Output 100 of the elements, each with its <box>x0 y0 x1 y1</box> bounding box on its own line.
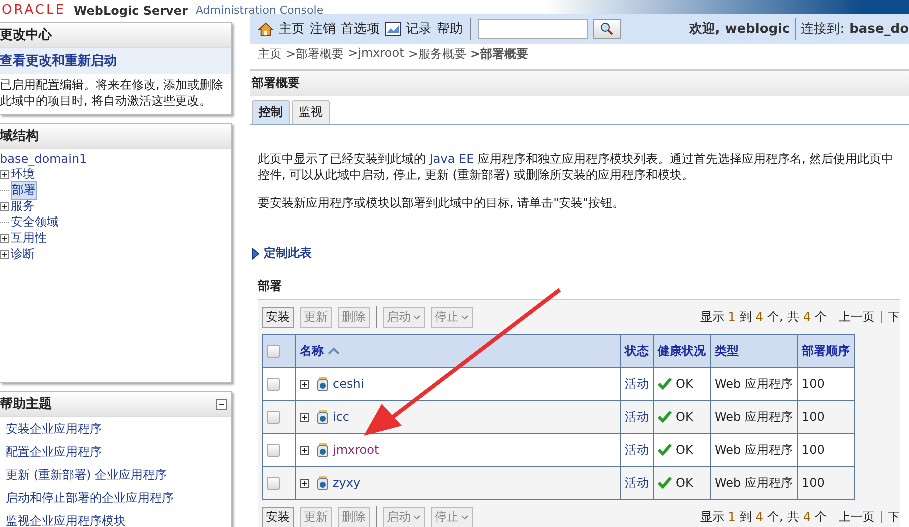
row-checkbox[interactable] <box>267 444 280 458</box>
toolbar-link[interactable]: 记录 <box>406 20 432 38</box>
column-header[interactable]: 名称 <box>296 334 620 368</box>
pager-text: 共 <box>787 308 800 326</box>
deployment-link[interactable]: ceshi <box>333 377 364 391</box>
search-field[interactable] <box>478 19 588 39</box>
table-cell: Web 应用程序 <box>710 400 798 434</box>
pager-text: 个 <box>815 308 827 326</box>
pager-text: 个 <box>815 508 827 526</box>
toolbar-link[interactable]: 首选项 <box>341 20 380 38</box>
status-cell: 活动 <box>620 434 654 466</box>
column-header[interactable]: 状态 <box>620 334 654 368</box>
previous-page-link[interactable]: 上一页 <box>839 508 875 526</box>
tree-item[interactable]: 互用性 <box>11 230 47 246</box>
deployment-link[interactable]: icc <box>333 410 350 424</box>
caret-icon <box>461 314 469 320</box>
deployment-link[interactable]: zyxy <box>333 476 361 490</box>
select-all-checkbox[interactable] <box>267 345 280 358</box>
panel-title: 帮助主题 <box>0 396 52 413</box>
sort-icon[interactable] <box>328 346 340 354</box>
collapse-icon[interactable] <box>216 398 227 410</box>
toolbar-link[interactable]: 注销 <box>310 20 336 38</box>
pager-text: 个, <box>768 508 784 526</box>
health-text: OK <box>676 476 694 490</box>
expand-icon[interactable] <box>300 380 309 388</box>
breadcrumb-link[interactable]: 主页 <box>258 46 282 63</box>
search-icon <box>600 22 614 36</box>
help-topic-link[interactable]: 监视企业应用程序模块 <box>0 509 231 527</box>
product-name: WebLogic Server <box>74 6 188 16</box>
health-text: OK <box>676 377 694 391</box>
check-icon <box>658 444 672 456</box>
toolbar-link[interactable]: 帮助 <box>437 20 463 38</box>
caret-icon <box>413 314 421 320</box>
pager-text: 4 <box>756 310 764 324</box>
tab[interactable]: 控制 <box>252 100 290 124</box>
customize-table-link[interactable]: 定制此表 <box>264 245 312 262</box>
change-center-text: 已启用配置编辑。将来在修改, 添加或删除此域中的项目时, 将自动激活这些更改。 <box>0 77 225 110</box>
search-button[interactable] <box>593 19 621 39</box>
health-text: OK <box>676 410 694 424</box>
row-checkbox[interactable] <box>267 477 280 490</box>
deployment-link[interactable]: jmxroot <box>333 443 380 457</box>
panel-title: 更改中心 <box>0 23 231 48</box>
toolbar-link[interactable]: 主页 <box>279 20 305 38</box>
pager-text: 显示 <box>700 308 724 326</box>
pager-text: 1 <box>728 510 736 524</box>
pager-text: 1 <box>728 310 736 324</box>
expand-icon[interactable] <box>0 170 9 178</box>
pager-text: 4 <box>756 510 764 524</box>
help-topic-link[interactable]: 配置企业应用程序 <box>0 440 231 463</box>
pager-text: 显示 <box>700 508 724 526</box>
help-topic-link[interactable]: 安装企业应用程序 <box>0 417 231 440</box>
tree-item[interactable]: 环境 <box>11 166 35 182</box>
tree-item[interactable]: 安全领域 <box>11 214 59 230</box>
expand-icon[interactable] <box>300 412 309 422</box>
row-checkbox[interactable] <box>267 378 280 392</box>
pager-text: 个, <box>768 308 784 326</box>
tab[interactable]: 监视 <box>292 100 330 124</box>
expand-icon[interactable] <box>0 250 9 258</box>
column-header[interactable]: 健康状况 <box>654 334 710 368</box>
chart-icon[interactable] <box>385 22 401 36</box>
caret-icon <box>413 514 421 520</box>
jar-icon <box>317 475 329 491</box>
help-topic-link[interactable]: 更新 (重新部署) 企业应用程序 <box>0 463 231 486</box>
intro-paragraph: 此页中显示了已经安装到此域的 Java EE 应用程序和独立应用程序模块列表。通过首先选择应用程序名, 然后使用此页中控件, 可以从此域中启动, 停止, 更新 (重新部署) 或删除所安装的应用程序和模块。 <box>258 151 895 183</box>
expand-icon[interactable] <box>300 446 309 454</box>
expand-triangle-icon[interactable] <box>252 248 260 260</box>
breadcrumb-link[interactable]: >服务概要 <box>408 46 466 63</box>
breadcrumb-link[interactable]: >jmxroot <box>348 46 404 63</box>
tree-root-link[interactable]: base_domain1 <box>0 149 231 166</box>
row-checkbox[interactable] <box>267 411 280 424</box>
home-icon[interactable] <box>258 22 274 36</box>
status-cell: 活动 <box>620 466 654 500</box>
tree-item[interactable]: 部署 <box>11 180 37 200</box>
breadcrumb-link[interactable]: >部署概要 <box>286 46 344 63</box>
next-page-link[interactable]: 下 <box>888 508 900 526</box>
install-hint: 要安装新应用程序或模块以部署到此域中的目标, 请单击"安装"按钮。 <box>258 195 626 211</box>
action-button[interactable]: 安装 <box>262 506 294 527</box>
table-cell: 100 <box>797 434 854 466</box>
java-ee-link[interactable]: Java EE <box>430 152 474 166</box>
expand-icon[interactable] <box>0 234 9 242</box>
column-header[interactable]: 部署顺序 <box>797 334 854 368</box>
check-icon <box>658 378 672 390</box>
help-topic-link[interactable]: 启动和停止部署的企业应用程序 <box>0 486 231 509</box>
pager-text: 4 <box>803 310 811 324</box>
tree-item[interactable]: 诊断 <box>11 246 35 262</box>
column-header[interactable]: 类型 <box>710 334 798 368</box>
expand-icon[interactable] <box>0 202 9 210</box>
action-button[interactable]: 安装 <box>262 306 294 328</box>
pager-text: 到 <box>740 508 752 526</box>
user-name: weblogic <box>725 22 790 36</box>
table-cell: 100 <box>797 400 854 434</box>
jar-icon <box>317 409 329 425</box>
pager-text: 到 <box>740 308 752 326</box>
tree-item[interactable]: 服务 <box>11 198 35 214</box>
next-page-link[interactable]: 下 <box>888 308 900 326</box>
welcome-text: 欢迎, <box>689 20 720 38</box>
view-changes-link[interactable]: 查看更改和重新启动 <box>0 48 231 74</box>
brand-logo-text: ORACLE <box>2 6 66 16</box>
previous-page-link[interactable]: 上一页 <box>839 308 875 326</box>
expand-icon[interactable] <box>300 478 309 488</box>
